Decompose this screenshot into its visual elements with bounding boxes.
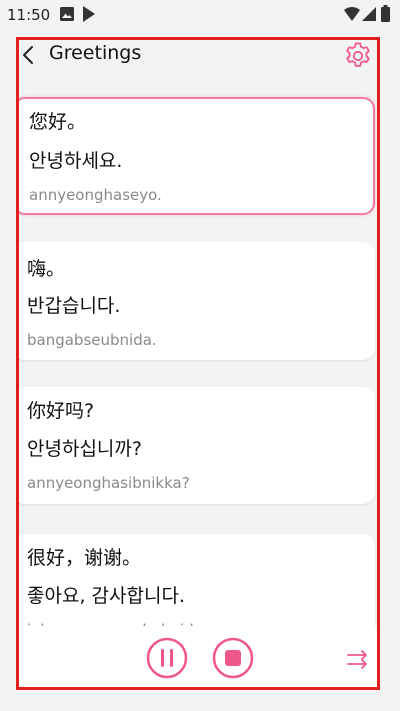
app-frame: Greetings 您好。 안녕하세요. annyeonghaseyo. 嗨。 … xyxy=(16,37,380,690)
phrase-korean: 좋아요, 감사합니다. xyxy=(27,585,185,607)
phrase-card[interactable]: 你好吗? 안녕하십니까? annyeonghasibnikka? xyxy=(19,387,375,504)
phrase-card-active[interactable]: 您好。 안녕하세요. annyeonghaseyo. xyxy=(19,97,375,215)
phrase-korean: 안녕하십니까? xyxy=(27,438,142,460)
playback-bar xyxy=(19,626,377,687)
phrase-chinese: 您好。 xyxy=(29,111,87,133)
play-store-notification-icon xyxy=(83,6,95,22)
phrase-romanization: annyeonghasibnikka? xyxy=(27,474,190,492)
stop-icon[interactable] xyxy=(211,636,255,680)
signal-icon xyxy=(362,7,376,21)
phrase-chinese: 你好吗? xyxy=(27,400,95,422)
status-bar: 11:50 xyxy=(0,0,400,30)
phrase-korean: 안녕하세요. xyxy=(29,150,123,172)
phrase-romanization: annyeonghaseyo. xyxy=(29,186,162,204)
repeat-icon[interactable] xyxy=(345,646,371,672)
back-arrow-icon[interactable] xyxy=(21,45,37,65)
status-time: 11:50 xyxy=(7,6,51,24)
header: Greetings xyxy=(19,40,377,74)
wifi-icon xyxy=(344,7,360,21)
pause-icon[interactable] xyxy=(145,636,189,680)
gallery-notification-icon xyxy=(60,7,74,21)
phrase-korean: 반갑습니다. xyxy=(27,295,121,317)
battery-icon xyxy=(381,5,390,22)
phrase-romanization: bangabseubnida. xyxy=(27,331,157,349)
page-title: Greetings xyxy=(49,42,142,64)
phrase-chinese: 很好，谢谢。 xyxy=(27,547,142,569)
gear-icon[interactable] xyxy=(343,41,373,71)
phrase-card[interactable]: 嗨。 반갑습니다. bangabseubnida. xyxy=(19,242,375,360)
phrase-chinese: 嗨。 xyxy=(27,258,66,280)
